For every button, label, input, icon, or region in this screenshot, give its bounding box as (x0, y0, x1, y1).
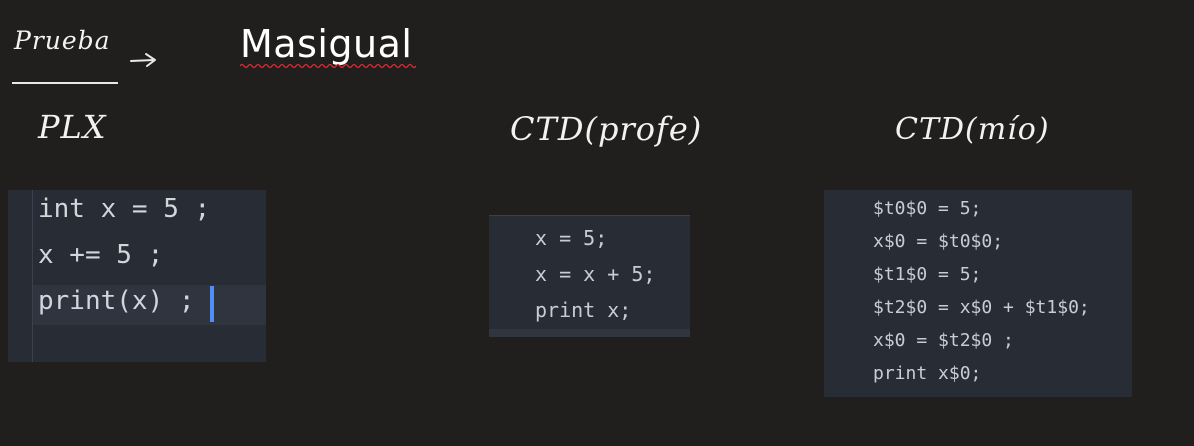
code-line[interactable]: int x = 5 ; (38, 194, 210, 224)
arrow-right-icon (130, 53, 156, 67)
plx-column-label: PLX (38, 108, 107, 146)
code-line: $t2$0 = x$0 + $t1$0; (873, 297, 1090, 318)
prueba-underline (12, 82, 118, 84)
code-line: print x; (535, 298, 632, 322)
code-line: x$0 = $t2$0 ; (873, 330, 1014, 351)
code-line[interactable]: print(x) ; (38, 286, 195, 316)
code-line: $t1$0 = 5; (873, 264, 982, 285)
ctd-profe-code-block: x = 5; x = x + 5; print x; (489, 215, 690, 337)
page-title[interactable]: Masigual (240, 22, 412, 66)
code-block-footer (489, 329, 690, 337)
spellcheck-squiggle (240, 63, 416, 69)
ctd-mio-column-label: CTD(mío) (895, 112, 1050, 147)
ctd-mio-code-block: $t0$0 = 5; x$0 = $t0$0; $t1$0 = 5; $t2$0… (824, 190, 1132, 397)
code-line[interactable]: x += 5 ; (38, 240, 163, 270)
prueba-handwritten-label: Prueba (14, 26, 111, 55)
code-line: x$0 = $t0$0; (873, 231, 1004, 252)
code-line: x = 5; (535, 226, 608, 250)
plx-code-editor[interactable]: int x = 5 ; x += 5 ; print(x) ; (8, 190, 266, 362)
editor-gutter (32, 190, 33, 362)
ctd-profe-column-label: CTD(profe) (510, 110, 703, 148)
code-line: print x$0; (873, 363, 982, 384)
code-line: $t0$0 = 5; (873, 198, 982, 219)
text-cursor-icon (210, 286, 214, 322)
code-line: x = x + 5; (535, 262, 656, 286)
